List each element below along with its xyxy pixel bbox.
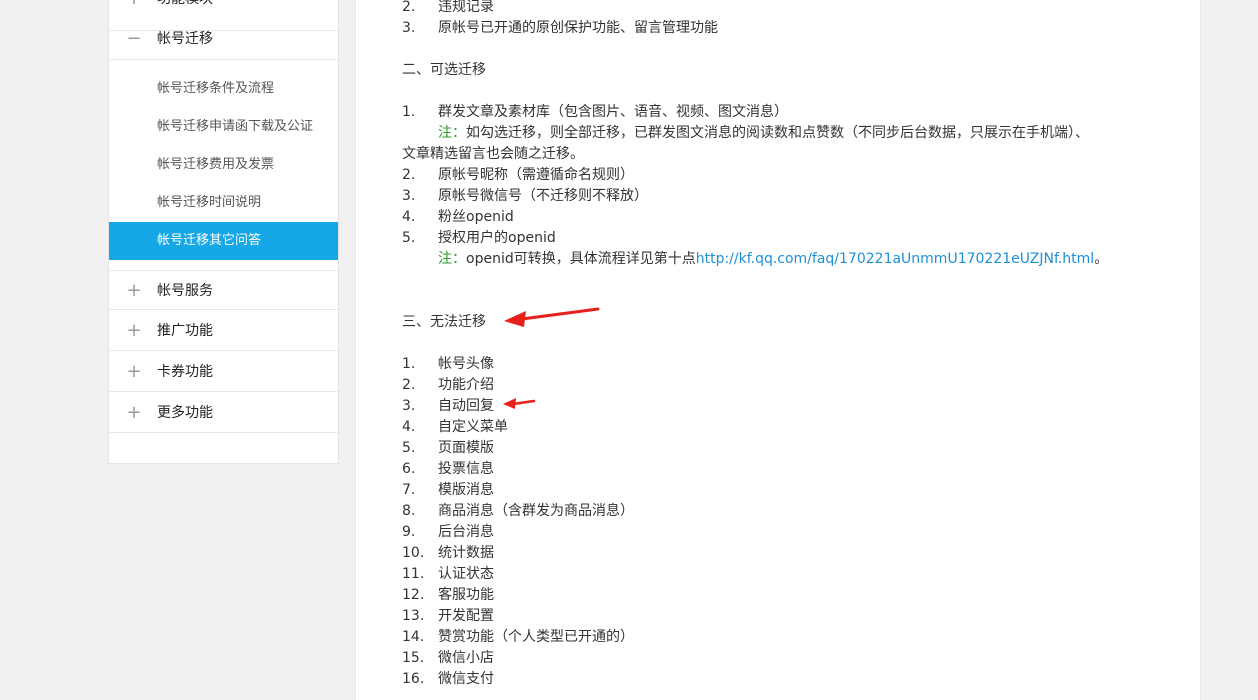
- list-text: 模版消息: [438, 482, 494, 498]
- list-number: 14.: [402, 629, 425, 645]
- note-label: 注：: [438, 251, 466, 267]
- sidebar-subitem-application[interactable]: 帐号迁移申请函下载及公证: [109, 108, 338, 146]
- list-number: 2.: [402, 167, 416, 183]
- list-number: 7.: [402, 482, 416, 498]
- section-title: 二、可选迁移: [402, 62, 486, 78]
- list-text: 商品消息（含群发为商品消息）: [438, 503, 634, 519]
- list-number: 15.: [402, 650, 425, 666]
- list-text: 微信支付: [438, 671, 494, 687]
- note-text: 如勾选迁移，则全部迁移，已群发图文消息的阅读数和点赞数（不同步后台数据，只展示在…: [466, 125, 1089, 141]
- list-number: 2.: [402, 377, 416, 393]
- list-text: 原帐号微信号（不迁移则不释放）: [438, 188, 648, 204]
- list-text: 客服功能: [438, 587, 494, 603]
- sidebar-item-label: 卡券功能: [157, 364, 213, 380]
- sidebar-item-account-migration[interactable]: − 帐号迁移: [109, 19, 338, 60]
- list-number: 6.: [402, 461, 416, 477]
- list-number: 1.: [402, 104, 416, 120]
- sidebar-item-account-service[interactable]: + 帐号服务: [109, 270, 338, 310]
- note-line: 注：openid可转换，具体流程详见第十点http://kf.qq.com/fa…: [438, 249, 1108, 270]
- list-text: 帐号头像: [438, 356, 494, 372]
- sidebar-subitem-conditions[interactable]: 帐号迁移条件及流程: [109, 70, 338, 108]
- list-number: 8.: [402, 503, 416, 519]
- article-body: 2. 违规记录 3. 原帐号已开通的原创保护功能、留言管理功能 二、可选迁移 1. 群…: [402, 0, 1192, 700]
- list-number: 3.: [402, 188, 416, 204]
- sidebar-subitem-time[interactable]: 帐号迁移时间说明: [109, 184, 338, 222]
- sidebar-subitem-label: 帐号迁移申请函下载及公证: [157, 119, 314, 134]
- list-text: 原帐号已开通的原创保护功能、留言管理功能: [438, 20, 718, 36]
- sidebar-item-label: 帐号迁移: [157, 31, 213, 47]
- list-number: 4.: [402, 419, 416, 435]
- plus-icon: +: [126, 320, 142, 341]
- sidebar-item-coupons[interactable]: + 卡券功能: [109, 352, 338, 392]
- red-arrow-icon: [503, 398, 536, 409]
- list-number: 5.: [402, 230, 416, 246]
- red-arrow-icon: [504, 307, 600, 327]
- faq-link[interactable]: http://kf.qq.com/faq/170221aUnmmU170221e…: [696, 251, 1094, 267]
- sidebar-subitem-label: 帐号迁移费用及发票: [157, 157, 275, 172]
- note-end: 。: [1094, 251, 1109, 267]
- list-number: 5.: [402, 440, 416, 456]
- plus-icon: +: [126, 361, 142, 382]
- list-text: 页面模版: [438, 440, 494, 456]
- sidebar-subitem-fees[interactable]: 帐号迁移费用及发票: [109, 146, 338, 184]
- list-text: 自定义菜单: [438, 419, 508, 435]
- sidebar-item-label: 推广功能: [157, 323, 213, 339]
- sidebar-item-promotion[interactable]: + 推广功能: [109, 311, 338, 351]
- note-label: 注：: [438, 125, 466, 141]
- list-number: 3.: [402, 20, 416, 36]
- list-text: 赞赏功能（个人类型已开通的）: [438, 629, 634, 645]
- sidebar-item-label: 更多功能: [157, 405, 213, 421]
- article-content: 2. 违规记录 3. 原帐号已开通的原创保护功能、留言管理功能 二、可选迁移 1. 群…: [355, 0, 1201, 700]
- list-number: 10.: [402, 545, 425, 561]
- list-text: 违规记录: [438, 0, 494, 15]
- note-text: openid可转换，具体流程详见第十点: [466, 251, 696, 267]
- list-number: 4.: [402, 209, 416, 225]
- list-text: 投票信息: [438, 461, 494, 477]
- sidebar-subitem-label: 帐号迁移条件及流程: [157, 81, 275, 96]
- list-text: 群发文章及素材库（包含图片、语音、视频、图文消息）: [438, 104, 788, 120]
- list-text: 统计数据: [438, 545, 494, 561]
- list-number: 16.: [402, 671, 425, 687]
- list-text: 认证状态: [438, 566, 494, 582]
- list-text: 原帐号昵称（需遵循命名规则）: [438, 167, 634, 183]
- list-text: 粉丝openid: [438, 209, 514, 225]
- sidebar-item-label: 功能模块: [157, 0, 213, 19]
- sidebar-item-more[interactable]: + 更多功能: [109, 393, 338, 433]
- note-line: 注：如勾选迁移，则全部迁移，已群发图文消息的阅读数和点赞数（不同步后台数据，只展…: [438, 123, 1089, 144]
- list-number: 1.: [402, 356, 416, 372]
- list-text: 开发配置: [438, 608, 494, 624]
- list-number: 13.: [402, 608, 425, 624]
- minus-icon: −: [126, 28, 142, 49]
- sidebar-subitem-label: 帐号迁移时间说明: [157, 195, 262, 210]
- list-text: 功能介绍: [438, 377, 494, 393]
- list-number: 12.: [402, 587, 425, 603]
- list-number: 2.: [402, 0, 416, 15]
- plus-icon: +: [126, 280, 142, 301]
- sidebar-item-label: 帐号服务: [157, 283, 213, 299]
- section-title: 三、无法迁移: [402, 314, 486, 330]
- list-number: 3.: [402, 398, 416, 414]
- sidebar: + 功能模块 − 帐号迁移 帐号迁移条件及流程 帐号迁移申请函下载及公证 帐号迁…: [108, 0, 339, 464]
- list-number: 11.: [402, 566, 425, 582]
- list-text: 微信小店: [438, 650, 494, 666]
- plus-icon: +: [126, 402, 142, 423]
- list-text: 授权用户的openid: [438, 230, 556, 246]
- plus-icon: +: [126, 0, 142, 19]
- note-continuation: 文章精选留言也会随之迁移。: [402, 146, 584, 162]
- list-text: 自动回复: [438, 398, 494, 414]
- sidebar-subitem-label: 帐号迁移其它问答: [157, 233, 262, 248]
- sidebar-subitem-other-qa[interactable]: 帐号迁移其它问答: [109, 222, 338, 260]
- list-text: 后台消息: [438, 524, 494, 540]
- list-number: 9.: [402, 524, 416, 540]
